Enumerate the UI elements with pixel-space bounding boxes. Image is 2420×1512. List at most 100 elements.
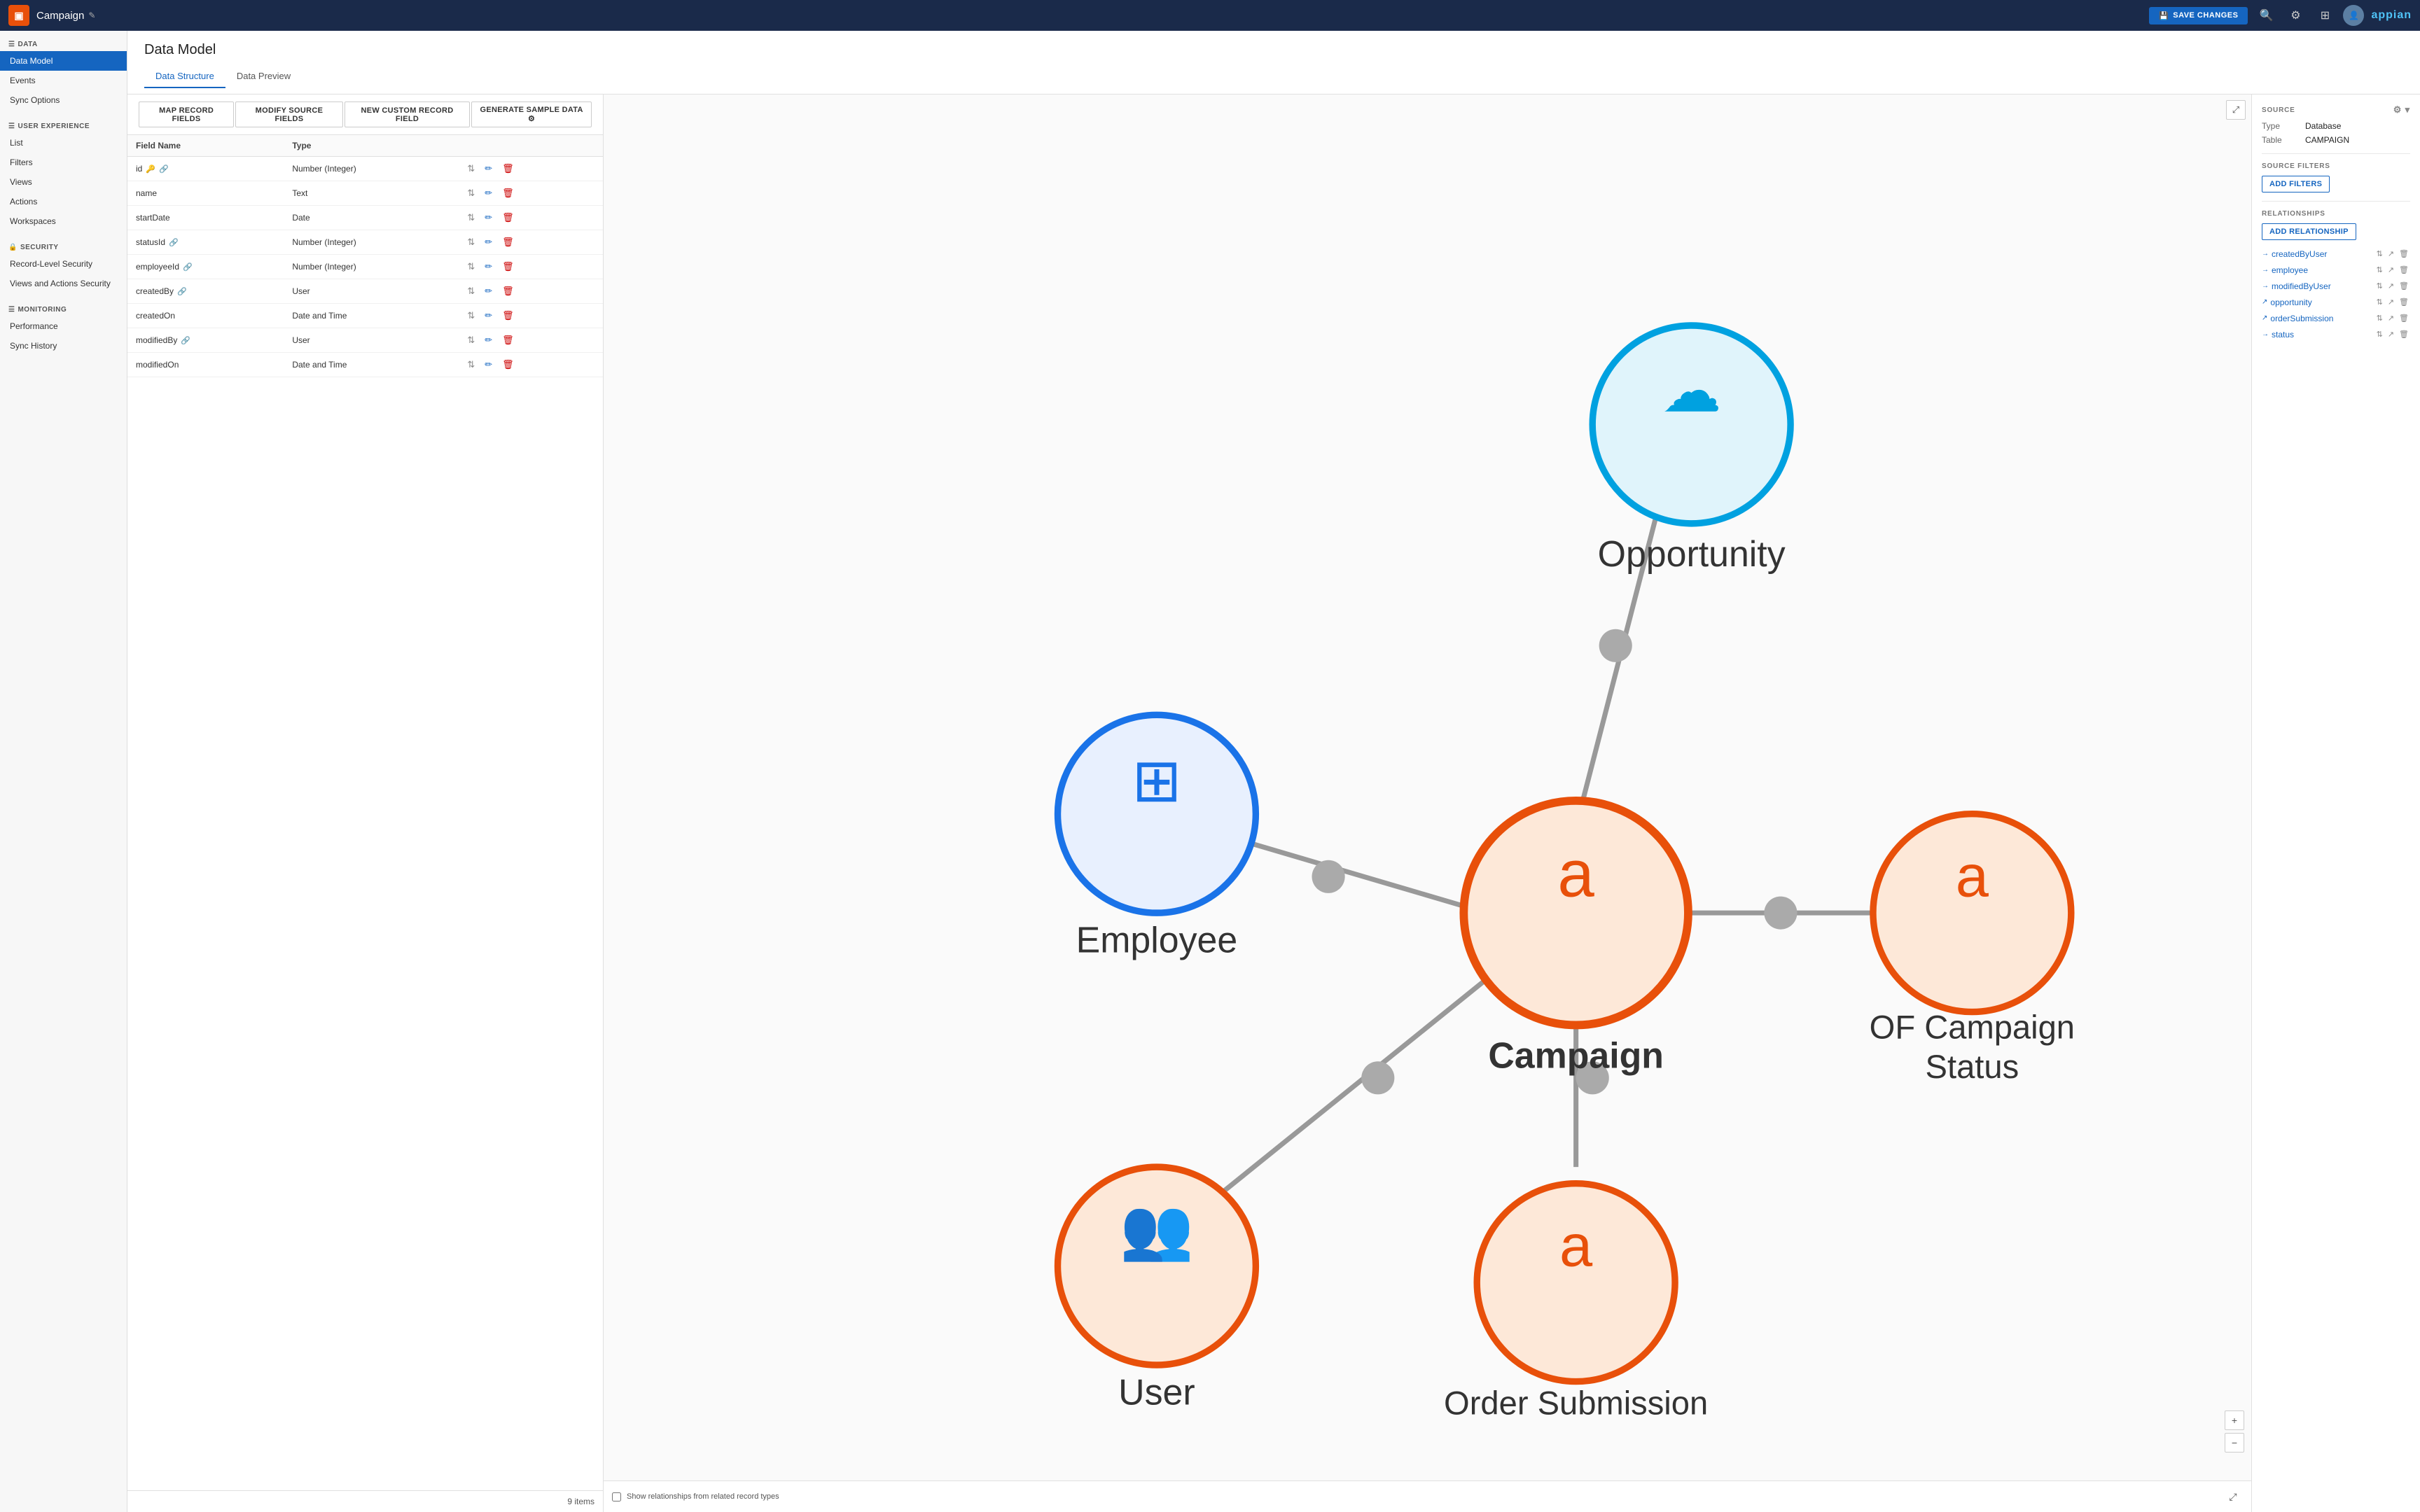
settings-button[interactable]: ⚙ [2284, 4, 2307, 27]
sidebar-item-views-actions-security[interactable]: Views and Actions Security [0, 274, 127, 293]
edit-field-button[interactable]: ✏ [482, 358, 495, 372]
field-type-cell: Text [284, 181, 456, 206]
data-table: Field Name Type id🔑🔗Number (Integer)⇅✏🗑n… [127, 135, 603, 1490]
sidebar-item-actions[interactable]: Actions [0, 192, 127, 211]
relationship-name[interactable]: opportunity [2270, 298, 2372, 307]
move-field-button[interactable]: ⇅ [464, 309, 478, 323]
sidebar-item-sync-options[interactable]: Sync Options [0, 90, 127, 110]
relationship-type-icon: → [2262, 250, 2269, 258]
sidebar-item-events[interactable]: Events [0, 71, 127, 90]
field-name-cell: employeeId🔗 [127, 255, 284, 279]
page-header: Data Model Data Structure Data Preview [127, 31, 2420, 94]
move-field-button[interactable]: ⇅ [464, 186, 478, 200]
move-rel-button[interactable]: ⇅ [2375, 265, 2384, 275]
delete-field-button[interactable]: 🗑 [499, 162, 517, 176]
relationship-name[interactable]: createdByUser [2272, 249, 2372, 259]
new-custom-record-field-button[interactable]: NEW CUSTOM RECORD FIELD [345, 102, 471, 127]
app-icon: ▣ [8, 5, 29, 26]
delete-field-button[interactable]: 🗑 [499, 260, 517, 274]
relationship-name[interactable]: modifiedByUser [2272, 281, 2372, 291]
move-rel-button[interactable]: ⇅ [2375, 248, 2384, 259]
sidebar-item-record-level-security[interactable]: Record-Level Security [0, 254, 127, 274]
add-relationship-button[interactable]: ADD RELATIONSHIP [2262, 223, 2356, 240]
field-actions-cell: ⇅ ✏ 🗑 [456, 157, 603, 181]
field-actions-cell: ⇅ ✏ 🗑 [456, 181, 603, 206]
open-rel-button[interactable]: ↗ [2386, 329, 2395, 340]
zoom-in-button[interactable]: + [2225, 1410, 2244, 1430]
tab-data-preview[interactable]: Data Preview [225, 65, 302, 88]
save-changes-button[interactable]: 💾 SAVE CHANGES [2149, 7, 2248, 24]
edit-field-button[interactable]: ✏ [482, 284, 495, 298]
relationship-item: →status⇅↗🗑 [2262, 326, 2410, 342]
show-relationships-checkbox[interactable] [612, 1492, 621, 1502]
delete-field-button[interactable]: 🗑 [499, 211, 517, 225]
delete-field-button[interactable]: 🗑 [499, 186, 517, 200]
move-field-button[interactable]: ⇅ [464, 235, 478, 249]
move-field-button[interactable]: ⇅ [464, 333, 478, 347]
move-field-button[interactable]: ⇅ [464, 260, 478, 274]
move-rel-button[interactable]: ⇅ [2375, 329, 2384, 340]
field-type-cell: Date and Time [284, 353, 456, 377]
open-rel-button[interactable]: ↗ [2386, 313, 2395, 323]
edit-field-button[interactable]: ✏ [482, 260, 495, 274]
key-icon: 🔑 [146, 164, 155, 174]
relationship-name[interactable]: orderSubmission [2270, 314, 2372, 323]
move-rel-button[interactable]: ⇅ [2375, 281, 2384, 291]
tab-data-structure[interactable]: Data Structure [144, 65, 225, 88]
sidebar-item-performance[interactable]: Performance [0, 316, 127, 336]
delete-rel-button[interactable]: 🗑 [2398, 281, 2410, 291]
expand-footer-button[interactable]: ⤢ [2223, 1487, 2243, 1506]
sidebar-item-list[interactable]: List [0, 133, 127, 153]
sidebar-item-workspaces[interactable]: Workspaces [0, 211, 127, 231]
svg-text:Status: Status [1926, 1048, 2019, 1085]
sidebar-item-sync-history[interactable]: Sync History [0, 336, 127, 356]
delete-field-button[interactable]: 🗑 [499, 309, 517, 323]
search-button[interactable]: 🔍 [2255, 4, 2277, 27]
delete-rel-button[interactable]: 🗑 [2398, 265, 2410, 275]
apps-button[interactable]: ⊞ [2314, 4, 2336, 27]
relationship-name[interactable]: employee [2272, 265, 2372, 275]
edit-field-button[interactable]: ✏ [482, 235, 495, 249]
relationship-item: →modifiedByUser⇅↗🗑 [2262, 278, 2410, 294]
appian-logo: appian [2371, 9, 2412, 22]
open-rel-button[interactable]: ↗ [2386, 297, 2395, 307]
open-rel-button[interactable]: ↗ [2386, 248, 2395, 259]
edit-field-button[interactable]: ✏ [482, 333, 495, 347]
move-field-button[interactable]: ⇅ [464, 358, 478, 372]
move-field-button[interactable]: ⇅ [464, 284, 478, 298]
generate-sample-data-button[interactable]: GENERATE SAMPLE DATA ⚙ [471, 102, 592, 127]
field-name-text: name [136, 188, 157, 198]
edit-app-icon[interactable]: ✎ [88, 10, 95, 20]
move-rel-button[interactable]: ⇅ [2375, 297, 2384, 307]
move-field-button[interactable]: ⇅ [464, 162, 478, 176]
move-field-button[interactable]: ⇅ [464, 211, 478, 225]
open-rel-button[interactable]: ↗ [2386, 281, 2395, 291]
delete-field-button[interactable]: 🗑 [499, 284, 517, 298]
edit-field-button[interactable]: ✏ [482, 309, 495, 323]
delete-rel-button[interactable]: 🗑 [2398, 313, 2410, 323]
delete-field-button[interactable]: 🗑 [499, 333, 517, 347]
relationship-name[interactable]: status [2272, 330, 2372, 340]
edit-field-button[interactable]: ✏ [482, 162, 495, 176]
table-row: name Text ⇅ ✏ 🗑 [127, 181, 603, 206]
delete-rel-button[interactable]: 🗑 [2398, 329, 2410, 340]
edit-field-button[interactable]: ✏ [482, 186, 495, 200]
svg-text:OF Campaign: OF Campaign [1870, 1008, 2075, 1045]
edit-field-button[interactable]: ✏ [482, 211, 495, 225]
sidebar-item-filters[interactable]: Filters [0, 153, 127, 172]
app-title: Campaign ✎ [36, 10, 95, 22]
map-record-fields-button[interactable]: MAP RECORD FIELDS [139, 102, 234, 127]
delete-rel-button[interactable]: 🗑 [2398, 248, 2410, 259]
open-rel-button[interactable]: ↗ [2386, 265, 2395, 275]
source-gear-icon[interactable]: ⚙ ▾ [2393, 104, 2410, 115]
delete-field-button[interactable]: 🗑 [499, 235, 517, 249]
avatar[interactable]: 👤 [2343, 5, 2364, 26]
sidebar-item-data-model[interactable]: Data Model [0, 51, 127, 71]
zoom-out-button[interactable]: − [2225, 1433, 2244, 1452]
add-filters-button[interactable]: ADD FILTERS [2262, 176, 2330, 192]
move-rel-button[interactable]: ⇅ [2375, 313, 2384, 323]
modify-source-fields-button[interactable]: MODIFY SOURCE FIELDS [235, 102, 343, 127]
delete-rel-button[interactable]: 🗑 [2398, 297, 2410, 307]
sidebar-item-views[interactable]: Views [0, 172, 127, 192]
delete-field-button[interactable]: 🗑 [499, 358, 517, 372]
